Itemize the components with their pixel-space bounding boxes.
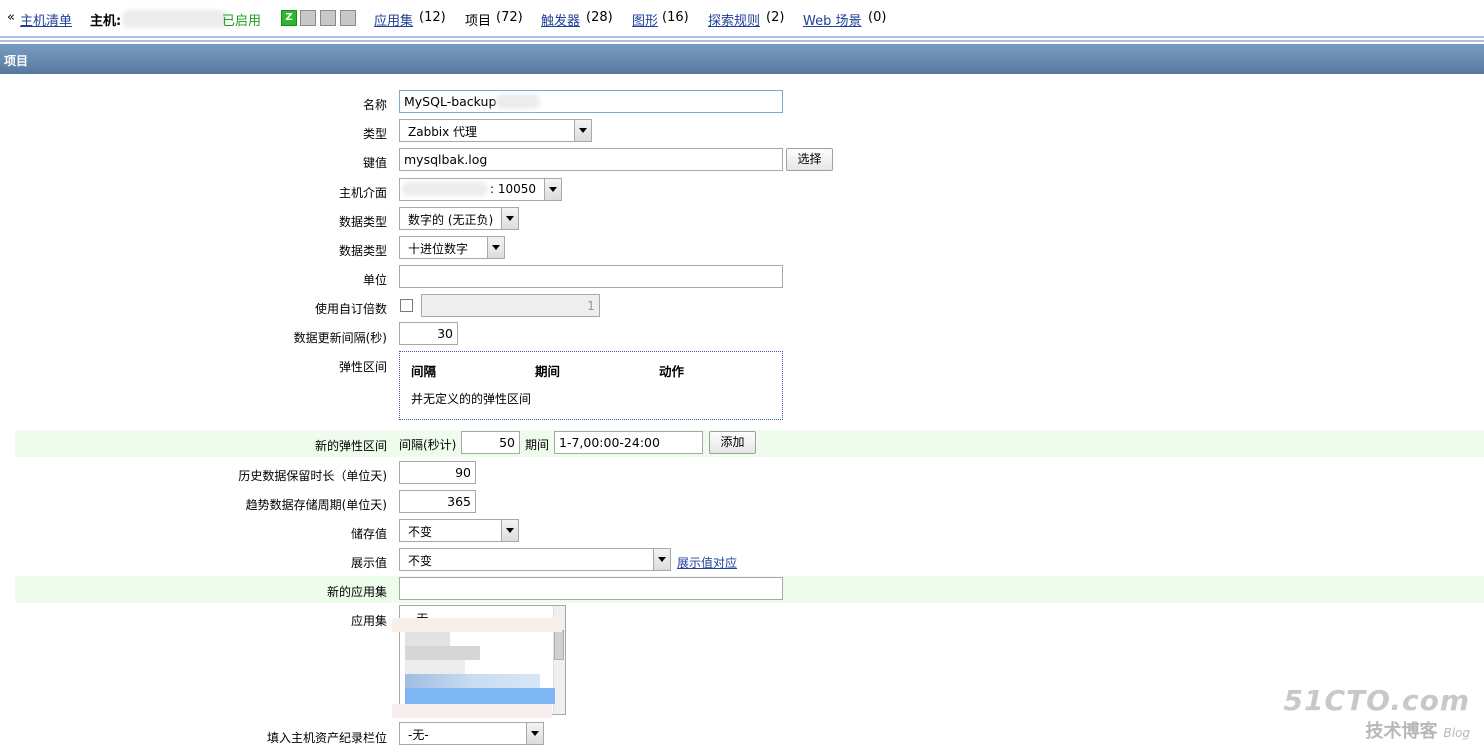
- items-count: (72): [496, 10, 523, 25]
- graphs-count: (16): [662, 10, 689, 25]
- triggers-link[interactable]: 触发器: [541, 10, 580, 29]
- flex-intervals-table: 间隔 期间 动作 并无定义的的弹性区间: [399, 351, 783, 420]
- chevron-down-icon: [526, 723, 543, 744]
- chevron-down-icon: [487, 237, 504, 258]
- host-status[interactable]: 已启用: [222, 10, 261, 29]
- store-label: 储存值: [350, 527, 387, 541]
- select-key-button[interactable]: 选择: [786, 148, 833, 171]
- flex-header-interval: 间隔: [411, 364, 437, 379]
- flex-empty-message: 并无定义的的弹性区间: [411, 392, 532, 406]
- multiplier-input[interactable]: 1: [421, 294, 600, 317]
- trends-label: 趋势数据存储周期(单位天): [245, 498, 387, 512]
- inventory-select[interactable]: -无-: [399, 722, 544, 745]
- chevron-down-icon: [653, 549, 670, 570]
- interface-label: 主机介面: [338, 186, 387, 200]
- add-flex-button[interactable]: 添加: [709, 431, 756, 454]
- redacted-list-item: [405, 646, 480, 660]
- new-flex-period-label: 期间: [525, 438, 550, 452]
- redacted-list-item: [405, 674, 540, 688]
- graphs-link[interactable]: 图形: [632, 10, 658, 29]
- applications-count: (12): [419, 10, 446, 25]
- scrollbar-thumb[interactable]: [554, 630, 564, 660]
- redacted-ip: [402, 182, 488, 196]
- key-input[interactable]: mysqlbak.log: [399, 148, 783, 171]
- snmp-availability-icon: [300, 10, 316, 26]
- applications-link[interactable]: 应用集: [374, 10, 413, 29]
- back-arrow: «: [7, 10, 15, 25]
- watermark-logo: 51CTO.com 技术博客 Blog: [1284, 684, 1470, 743]
- new-app-label: 新的应用集: [326, 585, 387, 599]
- name-label: 名称: [362, 98, 387, 112]
- redacted-list-item: [405, 660, 465, 674]
- history-label: 历史数据保留时长（单位天): [238, 469, 387, 483]
- chevron-down-icon: [544, 179, 561, 200]
- redacted-list-item: [392, 618, 562, 632]
- redacted-list-item: [392, 704, 552, 718]
- units-label: 单位: [362, 273, 387, 287]
- watermark-line1: 51CTO.com: [1283, 684, 1470, 717]
- data-type-label: 数据类型: [338, 244, 387, 258]
- multiplier-label: 使用自订倍数: [314, 302, 387, 316]
- watermark-line2: 技术博客: [1365, 721, 1438, 742]
- new-app-input[interactable]: [399, 577, 783, 600]
- show-label: 展示值: [350, 556, 387, 570]
- type-select[interactable]: Zabbix 代理: [399, 119, 592, 142]
- info-type-label: 数据类型: [338, 215, 387, 229]
- chevron-down-icon: [501, 208, 518, 229]
- flex-header-period: 期间: [535, 364, 561, 379]
- new-flex-period-input[interactable]: 1-7,00:00-24:00: [554, 431, 703, 454]
- store-select[interactable]: 不变: [399, 519, 519, 542]
- flex-header-action: 动作: [659, 364, 685, 379]
- key-label: 键值: [362, 156, 387, 170]
- value-mapping-link[interactable]: 展示值对应: [677, 554, 737, 571]
- chevron-down-icon: [501, 520, 518, 541]
- show-select[interactable]: 不变: [399, 548, 671, 571]
- section-header: 项目: [0, 44, 1484, 74]
- inventory-label: 填入主机资产纪录栏位: [266, 731, 387, 745]
- web-scenarios-link[interactable]: Web 场景: [803, 10, 861, 29]
- web-scenarios-count: (0): [868, 10, 887, 25]
- flex-label: 弹性区间: [338, 360, 387, 374]
- host-label: 主机:: [90, 14, 122, 29]
- discovery-rules-link[interactable]: 探索规则: [708, 10, 760, 29]
- type-label: 类型: [362, 127, 387, 141]
- divider: [0, 36, 1484, 38]
- name-input[interactable]: MySQL-backup: [399, 90, 783, 113]
- multiplier-checkbox[interactable]: [400, 299, 413, 312]
- jmx-availability-icon: [320, 10, 336, 26]
- watermark-line3: Blog: [1443, 726, 1470, 740]
- redacted-name-suffix: [496, 94, 540, 109]
- ipmi-availability-icon: [340, 10, 356, 26]
- items-label: 项目: [465, 14, 492, 29]
- discovery-rules-count: (2): [766, 10, 785, 25]
- new-flex-label: 新的弹性区间: [314, 439, 387, 453]
- zabbix-availability-icon: Z: [281, 10, 297, 26]
- divider: [0, 40, 1484, 42]
- redacted-list-item: [405, 632, 450, 646]
- chevron-down-icon: [574, 120, 591, 141]
- redacted-host-name: [122, 10, 228, 28]
- apps-label: 应用集: [350, 614, 387, 628]
- host-list-link[interactable]: 主机清单: [20, 10, 72, 29]
- units-input[interactable]: [399, 265, 783, 288]
- delay-label: 数据更新间隔(秒): [293, 331, 387, 345]
- delay-input[interactable]: 30: [399, 322, 458, 345]
- selected-list-item[interactable]: [405, 688, 555, 704]
- triggers-count: (28): [586, 10, 613, 25]
- history-input[interactable]: 90: [399, 461, 476, 484]
- trends-input[interactable]: 365: [399, 490, 476, 513]
- data-type-select[interactable]: 十进位数字: [399, 236, 505, 259]
- top-navigation: « 主机清单 主机: 已启用 Z 应用集 (12) 项目 (72) 触发器 (2…: [0, 0, 1484, 36]
- new-flex-interval-input[interactable]: 50: [461, 431, 520, 454]
- info-type-select[interactable]: 数字的 (无正负): [399, 207, 519, 230]
- new-flex-interval-label: 间隔(秒计): [399, 438, 457, 452]
